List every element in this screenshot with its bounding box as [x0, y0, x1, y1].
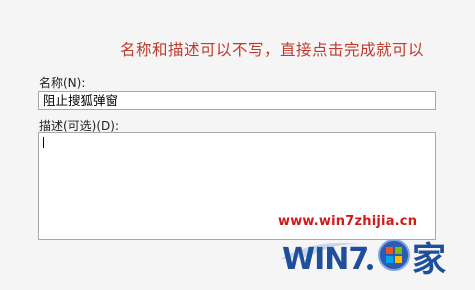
logo-dot: [367, 264, 373, 270]
watermark-logo: WIN7 家: [280, 239, 446, 277]
watermark-url: www.win7zhijia.cn: [278, 214, 418, 229]
logo-win7-text: WIN7: [282, 242, 368, 277]
logo-home-char: 家: [412, 240, 446, 277]
text-caret: [43, 137, 44, 148]
windows-orb-icon: [378, 239, 410, 271]
name-input[interactable]: 阻止搜狐弹窗: [38, 91, 436, 110]
instruction-annotation: 名称和描述可以不写，直接点击完成就可以: [120, 41, 425, 59]
name-label: 名称(N):: [39, 76, 86, 90]
